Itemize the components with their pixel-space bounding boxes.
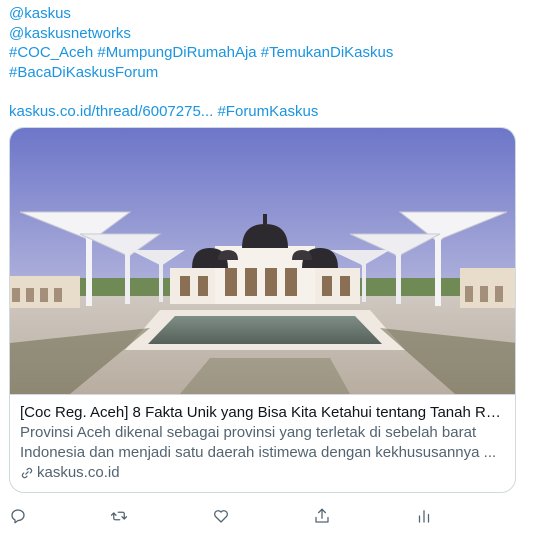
- card-title[interactable]: [Coc Reg. Aceh] 8 Fakta Unik yang Bisa K…: [20, 403, 507, 423]
- reply-button[interactable]: [5, 503, 31, 529]
- reply-icon: [11, 509, 25, 524]
- card-domain: kaskus.co.id: [20, 463, 507, 483]
- link-preview-card[interactable]: [Coc Reg. Aceh] 8 Fakta Unik yang Bisa K…: [9, 127, 516, 493]
- card-image[interactable]: [10, 128, 515, 394]
- tweet-actions: [0, 503, 538, 529]
- retweet-button[interactable]: [106, 503, 132, 529]
- like-icon: [214, 510, 228, 523]
- analytics-icon: [418, 510, 430, 523]
- share-button[interactable]: [309, 503, 335, 529]
- tweet-text: @kaskus @kaskusnetworks #COC_Aceh #Mumpu…: [9, 4, 529, 121]
- hashtags-line-1[interactable]: #COC_Aceh #MumpungDiRumahAja #TemukanDiK…: [9, 43, 529, 63]
- share-icon: [315, 508, 329, 523]
- analytics-button[interactable]: [411, 503, 437, 529]
- mention-kaskusnetworks[interactable]: @kaskusnetworks: [9, 24, 529, 44]
- card-description: Provinsi Aceh dikenal sebagai provinsi y…: [20, 424, 497, 461]
- like-button[interactable]: [208, 503, 234, 529]
- hashtags-line-2[interactable]: #BacaDiKaskusForum: [9, 63, 529, 83]
- retweet-icon: [110, 511, 128, 521]
- card-domain-label: kaskus.co.id: [37, 464, 120, 481]
- mention-kaskus[interactable]: @kaskus: [9, 4, 529, 24]
- link-icon: [21, 467, 33, 479]
- card-body[interactable]: [Coc Reg. Aceh] 8 Fakta Unik yang Bisa K…: [10, 394, 515, 492]
- mosque-image: [10, 128, 515, 394]
- thread-link[interactable]: kaskus.co.id/thread/6007275... #ForumKas…: [9, 102, 529, 122]
